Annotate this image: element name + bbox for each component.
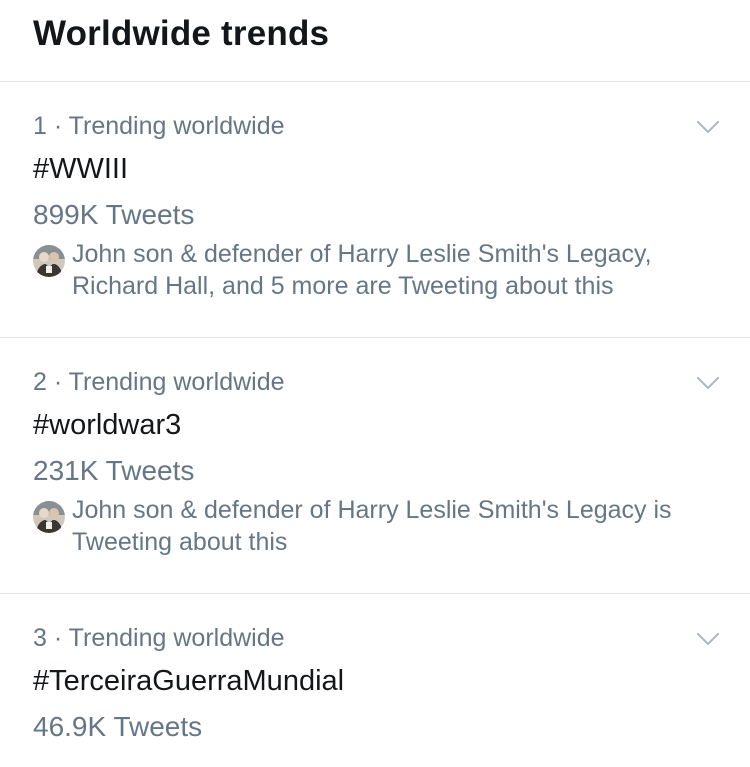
chevron-down-icon[interactable] bbox=[696, 120, 720, 134]
page-title: Worldwide trends bbox=[33, 14, 330, 53]
trend-context: John son & defender of Harry Leslie Smit… bbox=[72, 496, 672, 556]
trend-hashtag[interactable]: #WWIII bbox=[33, 153, 128, 186]
trend-item-2[interactable]: 2 · Trending worldwide #worldwar3 231K T… bbox=[0, 338, 750, 594]
trend-tweet-count: 46.9K Tweets bbox=[33, 711, 203, 742]
avatar[interactable] bbox=[33, 245, 65, 277]
trend-hashtag[interactable]: #worldwar3 bbox=[33, 409, 181, 442]
trend-context: John son & defender of Harry Leslie Smit… bbox=[72, 240, 652, 300]
trend-item-1[interactable]: 1 · Trending worldwide #WWIII 899K Tweet… bbox=[0, 82, 750, 338]
trend-hashtag[interactable]: #TerceiraGuerraMundial bbox=[33, 665, 344, 698]
header: Worldwide trends bbox=[0, 0, 750, 82]
trend-meta: 1 · Trending worldwide bbox=[33, 112, 285, 140]
chevron-down-icon[interactable] bbox=[696, 632, 720, 646]
trend-meta: 2 · Trending worldwide bbox=[33, 368, 285, 396]
trend-item-3[interactable]: 3 · Trending worldwide #TerceiraGuerraMu… bbox=[0, 594, 750, 766]
chevron-down-icon[interactable] bbox=[696, 376, 720, 390]
trend-meta: 3 · Trending worldwide bbox=[33, 624, 285, 652]
trend-tweet-count: 899K Tweets bbox=[33, 199, 195, 230]
trend-tweet-count: 231K Tweets bbox=[33, 455, 195, 486]
avatar[interactable] bbox=[33, 501, 65, 533]
